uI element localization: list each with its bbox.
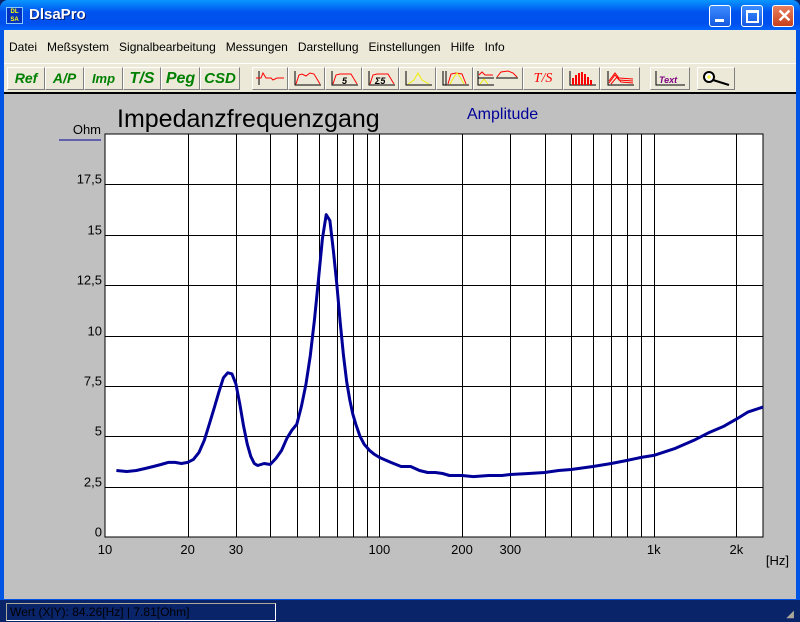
frequency-response-icon xyxy=(294,71,321,86)
ts-parameters-button[interactable]: T/S xyxy=(523,67,563,90)
x-tick-label: 20 xyxy=(180,542,194,557)
menu-einstellungen[interactable]: Einstellungen xyxy=(364,38,446,56)
menu-messungen[interactable]: Messungen xyxy=(221,38,293,56)
menu-signalbearbeitung[interactable]: Signalbearbeitung xyxy=(114,38,221,56)
x-tick-label: 2k xyxy=(730,542,744,557)
y-tick-label: 7,5 xyxy=(84,374,102,389)
imp-button[interactable]: Imp xyxy=(84,67,123,90)
chart-title: Impedanzfrequenzgang xyxy=(117,105,380,133)
waterfall-icon xyxy=(607,71,634,86)
x-axis-ticks: 10 20 30 100 200 300 1k 2k xyxy=(98,542,744,557)
x-tick-label: 30 xyxy=(229,542,243,557)
frequency-response-button[interactable] xyxy=(288,67,325,90)
menu-darstellung[interactable]: Darstellung xyxy=(293,38,364,56)
y-tick-label: 5 xyxy=(95,424,102,439)
bandpass-overlay-button[interactable] xyxy=(436,67,473,90)
close-icon: ✕ xyxy=(777,6,793,26)
app-icon: DL SA xyxy=(6,7,23,24)
y-tick-label: 2,5 xyxy=(84,475,102,490)
status-bar: Wert (X|Y): 84.26[Hz] | 7.81[Ohm] ◢ xyxy=(4,600,796,622)
minimize-button[interactable] xyxy=(709,5,731,27)
close-button[interactable]: ✕ xyxy=(772,5,794,27)
svg-text:Σ5: Σ5 xyxy=(374,76,386,86)
menu-hilfe[interactable]: Hilfe xyxy=(446,38,480,56)
minimize-icon xyxy=(715,19,724,22)
multi-view-icon xyxy=(477,70,518,86)
y-tick-label: 12,5 xyxy=(77,273,102,288)
impulse-response-icon xyxy=(256,71,284,85)
toolbar: Ref A/P Imp T/S Peg CSD 5 Σ5 T/S Text xyxy=(4,63,796,90)
menu-info[interactable]: Info xyxy=(480,38,510,56)
resize-grip-icon[interactable]: ◢ xyxy=(786,609,794,620)
status-cursor-value: Wert (X|Y): 84.26[Hz] | 7.81[Ohm] xyxy=(6,603,276,621)
waterfall-button[interactable] xyxy=(600,67,640,90)
title-bar[interactable]: DL SA DlsaPro ✕ xyxy=(0,0,800,30)
ap-button[interactable]: A/P xyxy=(45,67,84,90)
impulse-response-button[interactable] xyxy=(252,67,288,90)
window-title: DlsaPro xyxy=(29,6,86,23)
y-tick-label: 17,5 xyxy=(77,172,102,187)
csd-button[interactable]: CSD xyxy=(200,67,240,90)
bandpass-button[interactable] xyxy=(399,67,436,90)
plot-window: 0 2,5 5 7,5 10 12,5 15 17,5 10 20 30 100 200 300 1k 2k… xyxy=(4,92,796,599)
client-area: Datei Meßsystem Signalbearbeitung Messungen… xyxy=(4,30,796,621)
maximize-button[interactable] xyxy=(741,5,763,27)
ts-button[interactable]: T/S xyxy=(123,67,161,90)
menu-bar: Datei Meßsystem Signalbearbeitung Messungen… xyxy=(4,38,510,56)
y-tick-label: 0 xyxy=(95,525,102,540)
multi-view-button[interactable] xyxy=(473,67,523,90)
frequency-response-sum5-icon: Σ5 xyxy=(368,71,395,86)
x-tick-label: 100 xyxy=(369,542,391,557)
x-tick-label: 10 xyxy=(98,542,112,557)
y-axis-label: Ohm xyxy=(73,122,101,137)
menu-datei[interactable]: Datei xyxy=(4,38,42,56)
y-tick-label: 10 xyxy=(88,324,102,339)
app-window: DL SA DlsaPro ✕ Datei Meßsystem Signalbearb… xyxy=(0,0,800,621)
frequency-response-5-icon: 5 xyxy=(331,71,358,86)
text-button[interactable]: Text xyxy=(650,67,690,90)
bandpass-yellow-icon xyxy=(405,71,432,86)
text-icon: Text xyxy=(655,71,685,86)
menu-mesystem[interactable]: Meßsystem xyxy=(42,38,114,56)
zoom-icon xyxy=(703,71,730,86)
chart-subtitle: Amplitude xyxy=(467,106,538,123)
plot-area xyxy=(105,134,763,537)
frequency-response-sum5-button[interactable]: Σ5 xyxy=(362,67,399,90)
x-tick-label: 200 xyxy=(451,542,473,557)
maximize-icon xyxy=(746,10,759,23)
frequency-response-5-button[interactable]: 5 xyxy=(325,67,362,90)
x-tick-label: 1k xyxy=(647,542,661,557)
bandpass-overlay-icon xyxy=(442,71,469,86)
y-tick-label: 15 xyxy=(88,223,102,238)
bar-spectrum-icon xyxy=(569,71,596,86)
text-icon-label: Text xyxy=(659,75,678,85)
impedance-chart[interactable]: 0 2,5 5 7,5 10 12,5 15 17,5 10 20 30 100 200 300 1k 2k… xyxy=(4,94,796,599)
bar-spectrum-button[interactable] xyxy=(563,67,600,90)
x-axis-label: [Hz] xyxy=(766,553,789,568)
zoom-button[interactable] xyxy=(697,67,735,90)
ref-button[interactable]: Ref xyxy=(7,67,45,90)
peg-button[interactable]: Peg xyxy=(161,67,200,90)
x-tick-label: 300 xyxy=(499,542,521,557)
y-axis-ticks: 0 2,5 5 7,5 10 12,5 15 17,5 xyxy=(77,172,102,540)
